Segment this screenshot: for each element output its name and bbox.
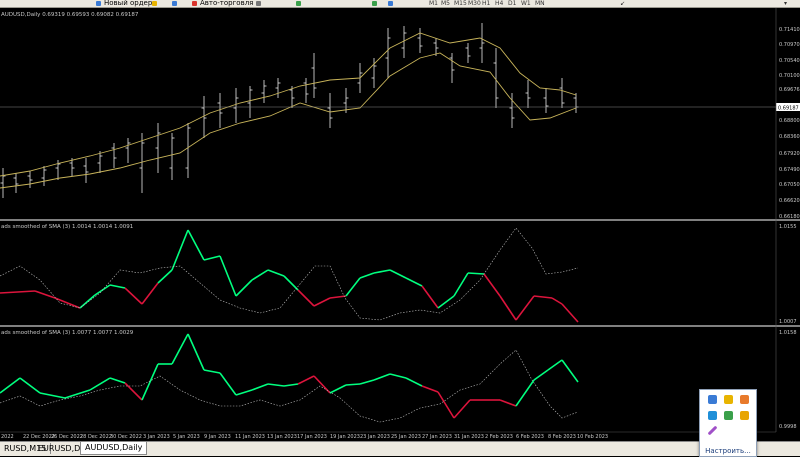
- price-label: 0.67920: [779, 151, 800, 157]
- zoom-in-icon[interactable]: [372, 1, 377, 6]
- indicator1-segment: [467, 272, 485, 275]
- indicator1-title: ads smoothed of SMA (3) 1.0014 1.0014 1.…: [1, 224, 133, 230]
- toolbar-icon-3[interactable]: [256, 1, 261, 6]
- time-label: 19 Jan 2023: [330, 434, 360, 440]
- indicator2-segment: [345, 383, 361, 386]
- indicator2-title: ads smoothed of SMA (3) 1.0077 1.0077 1.…: [1, 330, 134, 336]
- shield-icon[interactable]: [708, 395, 717, 404]
- price-label: 0.66620: [779, 198, 800, 204]
- time-label: 13 Jan 2023: [267, 434, 297, 440]
- dropdown-arrow-icon[interactable]: ▾: [784, 0, 787, 7]
- price-label: 0.68360: [779, 134, 800, 140]
- time-label: 26 Dec 2022: [51, 434, 83, 440]
- price-label: 0.69676: [779, 87, 800, 93]
- time-label: 30 Dec 2022: [110, 434, 142, 440]
- timeframe-d1[interactable]: D1: [508, 0, 516, 7]
- price-label: 0.71410: [779, 27, 800, 33]
- refresh-icon[interactable]: [724, 395, 733, 404]
- toolbar-arrow-icon[interactable]: ↙: [620, 0, 625, 7]
- pen-icon[interactable]: [707, 425, 718, 436]
- time-label: 23 Jan 2023: [360, 434, 390, 440]
- timeframe-m1[interactable]: M1: [429, 0, 438, 7]
- new-order-button[interactable]: Новый ордер: [96, 0, 152, 7]
- time-label: 17 Jan 2023: [297, 434, 327, 440]
- main-toolbar: Новый ордер Авто-торговля M1 M5 M15 M30 …: [0, 0, 800, 8]
- time-label: 3 Jan 2023: [143, 434, 170, 440]
- toolbar-icon-2[interactable]: [172, 1, 177, 6]
- price-label: 0.68800: [779, 118, 800, 124]
- price-label: 0.67050: [779, 182, 800, 188]
- current-price-label: 0.69187: [778, 106, 799, 112]
- tab-audusd-daily[interactable]: AUDUSD,Daily: [80, 442, 148, 455]
- algo-trading-icon: [192, 1, 197, 6]
- price-label: 0.67490: [779, 167, 800, 173]
- main-chart-title: AUDUSD,Daily 0.69319 0.69593 0.69082 0.6…: [1, 12, 139, 18]
- price-label: 0.66180: [779, 214, 800, 220]
- timeframe-w1[interactable]: W1: [521, 0, 531, 7]
- timeframe-m15[interactable]: M15: [454, 0, 467, 7]
- time-label: 31 Jan 2023: [454, 434, 484, 440]
- toolbar-icon-4[interactable]: [296, 1, 301, 6]
- price-label: 0.70100: [779, 73, 800, 79]
- zoom-out-icon[interactable]: [388, 1, 393, 6]
- indicator2-scale-top: 1.0158: [779, 330, 797, 336]
- time-label: 2022: [1, 434, 14, 440]
- coin-icon[interactable]: [740, 411, 749, 420]
- toolbar-icon-1[interactable]: [152, 1, 157, 6]
- chart-tabs: RUSD,M15 EURUSD,Daily AUDUSD,Daily: [0, 441, 800, 456]
- price-label: 0.70540: [779, 58, 800, 64]
- timeframe-h1[interactable]: H1: [482, 0, 490, 7]
- chart-area[interactable]: AUDUSD,Daily 0.69319 0.69593 0.69082 0.6…: [0, 8, 800, 441]
- time-label: 28 Dec 2022: [80, 434, 112, 440]
- indicator2-scale-bottom: 0.9998: [779, 424, 797, 430]
- time-label: 6 Feb 2023: [516, 434, 544, 440]
- new-order-icon: [96, 1, 101, 6]
- indicator1-scale-bottom: 1.0007: [779, 319, 797, 325]
- timeframe-m5[interactable]: M5: [441, 0, 450, 7]
- time-label: 5 Jan 2023: [173, 434, 200, 440]
- time-axis: 2022 22 Dec 2022 26 Dec 2022 28 Dec 2022…: [1, 434, 608, 440]
- rss-icon[interactable]: [740, 395, 749, 404]
- timeframe-mn[interactable]: MN: [535, 0, 545, 7]
- quick-settings-popup: Настроить...: [699, 389, 757, 457]
- timeframe-h4[interactable]: H4: [495, 0, 503, 7]
- algo-trading-button[interactable]: Авто-торговля: [192, 0, 253, 7]
- time-label: 2 Feb 2023: [485, 434, 513, 440]
- timeframe-m30[interactable]: M30: [468, 0, 481, 7]
- time-label: 10 Feb 2023: [577, 434, 608, 440]
- indicator1-scale-top: 1.0155: [779, 224, 797, 230]
- time-label: 11 Jan 2023: [235, 434, 265, 440]
- time-label: 27 Jan 2023: [422, 434, 452, 440]
- algo-trading-label: Авто-торговля: [200, 0, 254, 7]
- customize-link[interactable]: Настроить...: [700, 447, 756, 455]
- time-label: 8 Feb 2023: [548, 434, 576, 440]
- price-label: 0.70970: [779, 42, 800, 48]
- time-label: 9 Jan 2023: [204, 434, 231, 440]
- crop-icon[interactable]: [708, 411, 717, 420]
- new-order-label: Новый ордер: [104, 0, 153, 7]
- sync-icon[interactable]: [724, 411, 733, 420]
- time-label: 25 Jan 2023: [391, 434, 421, 440]
